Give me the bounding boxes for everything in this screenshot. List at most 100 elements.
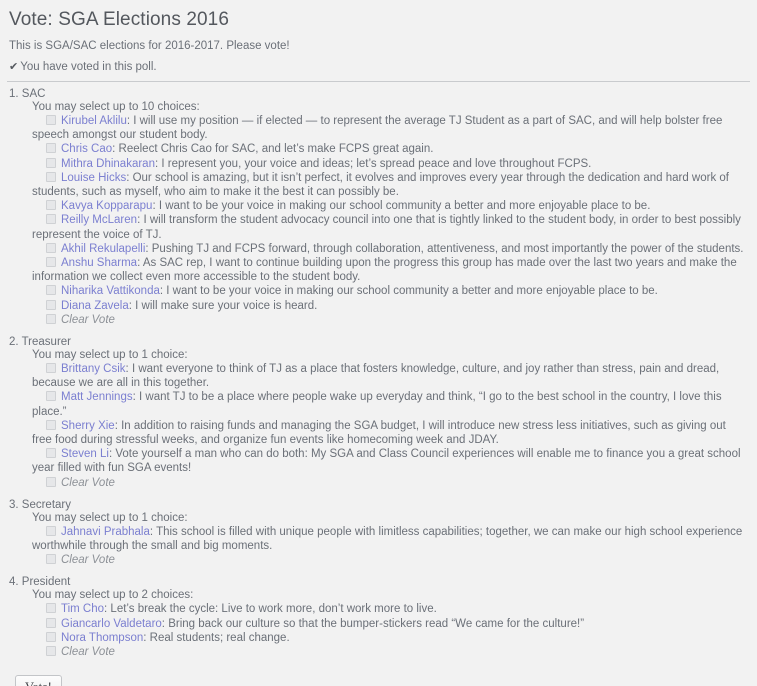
candidate-statement: Our school is amazing, but it isn’t perf… xyxy=(32,171,729,199)
choice-checkbox[interactable] xyxy=(46,285,56,296)
choice-row[interactable]: Anshu Sharma: As SAC rep, I want to cont… xyxy=(7,256,750,284)
candidate-name[interactable]: Nora Thompson xyxy=(61,632,143,644)
candidate-name[interactable]: Anshu Sharma xyxy=(61,257,137,269)
candidate-statement: Vote yourself a man who can do both: My … xyxy=(32,448,741,475)
poll-page: Vote: SGA Elections 2016 This is SGA/SAC… xyxy=(0,0,757,686)
voted-status: ✔ You have voted in this poll. xyxy=(7,56,750,78)
choice-list: Brittany Csik: I want everyone to think … xyxy=(7,362,750,490)
choice-checkbox[interactable] xyxy=(46,419,56,430)
candidate-name[interactable]: Diana Zavela xyxy=(61,300,129,312)
choice-checkbox[interactable] xyxy=(46,299,56,310)
question-instruction: You may select up to 10 choices: xyxy=(32,101,200,113)
clear-vote-checkbox[interactable] xyxy=(46,554,56,565)
check-icon: ✔ xyxy=(9,61,19,73)
choice-list: Tim Cho: Let’s break the cycle: Live to … xyxy=(7,602,750,659)
choice-row[interactable]: Chris Cao: Reelect Chris Cao for SAC, an… xyxy=(7,142,750,156)
choice-checkbox[interactable] xyxy=(46,115,56,125)
question-block: 4. President You may select up to 2 choic… xyxy=(7,576,750,659)
candidate-name[interactable]: Jahnavi Prabhala xyxy=(61,526,150,538)
choice-checkbox[interactable] xyxy=(46,143,56,154)
choice-row[interactable]: Niharika Vattikonda: I want to be your v… xyxy=(7,284,750,298)
choice-row[interactable]: Akhil Rekulapelli: Pushing TJ and FCPS f… xyxy=(7,242,750,256)
choice-row[interactable]: Sherry Xie: In addition to raising funds… xyxy=(7,419,750,447)
candidate-name[interactable]: Niharika Vattikonda xyxy=(61,285,160,297)
candidate-name[interactable]: Kirubel Aklilu xyxy=(61,115,127,127)
choice-row[interactable]: Louise Hicks: Our school is amazing, but… xyxy=(7,171,750,199)
question-instruction: You may select up to 1 choice: xyxy=(32,349,188,362)
choice-checkbox[interactable] xyxy=(46,257,56,268)
clear-vote-checkbox[interactable] xyxy=(46,476,56,487)
choice-row[interactable]: Brittany Csik: I want everyone to think … xyxy=(7,362,750,390)
choice-row[interactable]: Giancarlo Valdetaro: Bring back our cult… xyxy=(7,617,750,631)
clear-vote-row[interactable]: Clear Vote xyxy=(7,645,750,659)
clear-vote-row[interactable]: Clear Vote xyxy=(7,553,750,567)
choice-checkbox[interactable] xyxy=(46,157,56,168)
choice-checkbox[interactable] xyxy=(46,525,56,536)
choice-row[interactable]: Tim Cho: Let’s break the cycle: Live to … xyxy=(7,602,750,616)
choice-row[interactable]: Steven Li: Vote yourself a man who can d… xyxy=(7,447,750,475)
candidate-statement: Bring back our culture so that the bumpe… xyxy=(168,617,585,630)
candidate-statement: I want to be your voice in making our sc… xyxy=(158,200,651,213)
choice-checkbox[interactable] xyxy=(46,448,56,459)
candidate-statement: I represent you, your voice and ideas; l… xyxy=(161,157,592,170)
candidate-statement: Let’s break the cycle: Live to work more… xyxy=(110,603,437,616)
choice-row[interactable]: Nora Thompson: Real students; real chang… xyxy=(7,631,750,645)
question-block: 3. Secretary You may select up to 1 choic… xyxy=(7,499,750,568)
choice-row[interactable]: Diana Zavela: I will make sure your voic… xyxy=(7,299,750,313)
candidate-name[interactable]: Akhil Rekulapelli xyxy=(61,243,145,255)
candidate-statement: Pushing TJ and FCPS forward, through col… xyxy=(151,242,744,255)
candidate-name[interactable]: Chris Cao xyxy=(61,143,112,155)
choice-checkbox[interactable] xyxy=(46,171,56,182)
candidate-statement: I want everyone to think of TJ as a plac… xyxy=(32,363,720,390)
candidate-name[interactable]: Steven Li xyxy=(61,448,109,460)
clear-vote-checkbox[interactable] xyxy=(46,646,56,657)
candidate-name[interactable]: Kavya Kopparapu xyxy=(61,200,152,212)
question-block: 2. Treasurer You may select up to 1 choic… xyxy=(7,336,750,490)
candidate-name[interactable]: Reilly McLaren xyxy=(61,214,137,226)
choice-checkbox[interactable] xyxy=(46,391,56,402)
candidate-name[interactable]: Louise Hicks xyxy=(61,172,126,184)
candidate-statement: I will make sure your voice is heard. xyxy=(135,299,318,312)
question-title: 2. Treasurer xyxy=(9,336,71,349)
clear-vote-checkbox[interactable] xyxy=(46,313,56,324)
choice-row[interactable]: Mithra Dhinakaran: I represent you, your… xyxy=(7,157,750,171)
candidate-statement: I want to be your voice in making our sc… xyxy=(166,285,658,298)
candidate-name[interactable]: Matt Jennings xyxy=(61,391,133,403)
vote-submit-button[interactable]: Vote! xyxy=(15,675,62,686)
question-title: 1. SAC xyxy=(9,88,46,100)
clear-vote-label[interactable]: Clear Vote xyxy=(61,646,115,658)
clear-vote-row[interactable]: Clear Vote xyxy=(7,313,750,327)
candidate-name[interactable]: Brittany Csik xyxy=(61,363,126,375)
header-divider xyxy=(7,81,750,82)
choice-checkbox[interactable] xyxy=(46,363,56,374)
candidate-statement: Reelect Chris Cao for SAC, and let’s mak… xyxy=(118,143,434,156)
candidate-name[interactable]: Mithra Dhinakaran xyxy=(61,158,155,170)
question-title: 3. Secretary xyxy=(9,498,71,511)
clear-vote-row[interactable]: Clear Vote xyxy=(7,476,750,490)
choice-row[interactable]: Reilly McLaren: I will transform the stu… xyxy=(7,213,750,241)
candidate-name[interactable]: Sherry Xie xyxy=(61,420,115,432)
candidate-statement: I will use my position — if elected — to… xyxy=(32,115,723,142)
question-instruction: You may select up to 2 choices: xyxy=(32,589,194,602)
choice-checkbox[interactable] xyxy=(46,603,56,614)
candidate-name[interactable]: Tim Cho xyxy=(61,603,104,615)
poll-description: This is SGA/SAC elections for 2016-2017.… xyxy=(9,40,290,52)
vote-button-container: Vote! xyxy=(7,659,750,686)
choice-checkbox[interactable] xyxy=(46,631,56,642)
choice-row[interactable]: Kavya Kopparapu: I want to be your voice… xyxy=(7,199,750,213)
choice-row[interactable]: Jahnavi Prabhala: This school is filled … xyxy=(7,525,750,553)
question-title: 4. President xyxy=(9,576,71,589)
candidate-statement: Real students; real change. xyxy=(149,631,290,644)
choice-checkbox[interactable] xyxy=(46,617,56,628)
choice-row[interactable]: Kirubel Aklilu: I will use my position —… xyxy=(7,114,750,142)
choice-checkbox[interactable] xyxy=(46,242,56,253)
clear-vote-label[interactable]: Clear Vote xyxy=(61,554,115,566)
choice-row[interactable]: Matt Jennings: I want TJ to be a place w… xyxy=(7,390,750,418)
questions-list: 1. SAC You may select up to 10 choices: Ki… xyxy=(7,88,750,659)
choice-checkbox[interactable] xyxy=(46,214,56,225)
choice-checkbox[interactable] xyxy=(46,200,56,211)
clear-vote-label[interactable]: Clear Vote xyxy=(61,314,115,326)
candidate-name[interactable]: Giancarlo Valdetaro xyxy=(61,618,162,630)
clear-vote-label[interactable]: Clear Vote xyxy=(61,477,115,489)
question-instruction: You may select up to 1 choice: xyxy=(32,511,188,524)
